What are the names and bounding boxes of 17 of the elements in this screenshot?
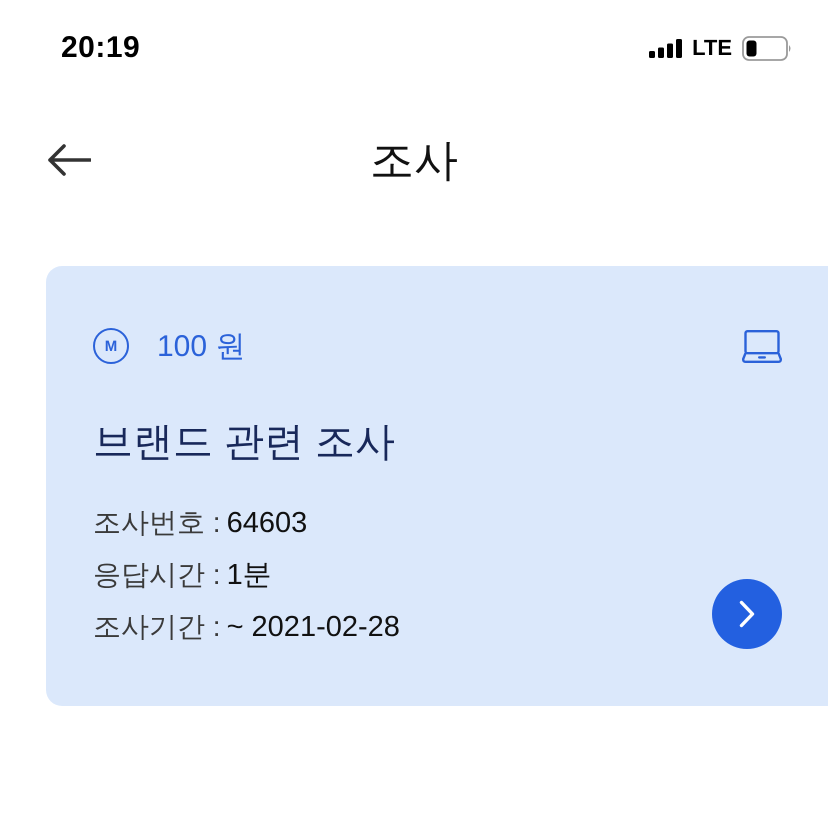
detail-value: 64603 — [226, 506, 308, 540]
detail-label: 조사번호 : — [93, 506, 221, 540]
network-type: LTE — [692, 35, 732, 61]
battery-icon — [742, 36, 792, 60]
page-title: 조사 — [370, 134, 458, 186]
coin-icon: M — [93, 328, 129, 364]
detail-label: 응답시간 : — [93, 558, 221, 592]
detail-label: 조사기간 : — [93, 610, 221, 644]
detail-value: ~ 2021-02-28 — [226, 610, 400, 644]
signal-icon — [649, 38, 682, 58]
back-arrow-icon — [47, 144, 91, 176]
laptop-icon — [742, 330, 782, 362]
survey-title: 브랜드 관련 조사 — [93, 419, 396, 466]
chevron-right-icon — [739, 600, 755, 628]
reward-amount: 100 원 — [157, 328, 246, 364]
detail-value: 1분 — [226, 558, 272, 593]
status-time: 20:19 — [61, 31, 140, 65]
